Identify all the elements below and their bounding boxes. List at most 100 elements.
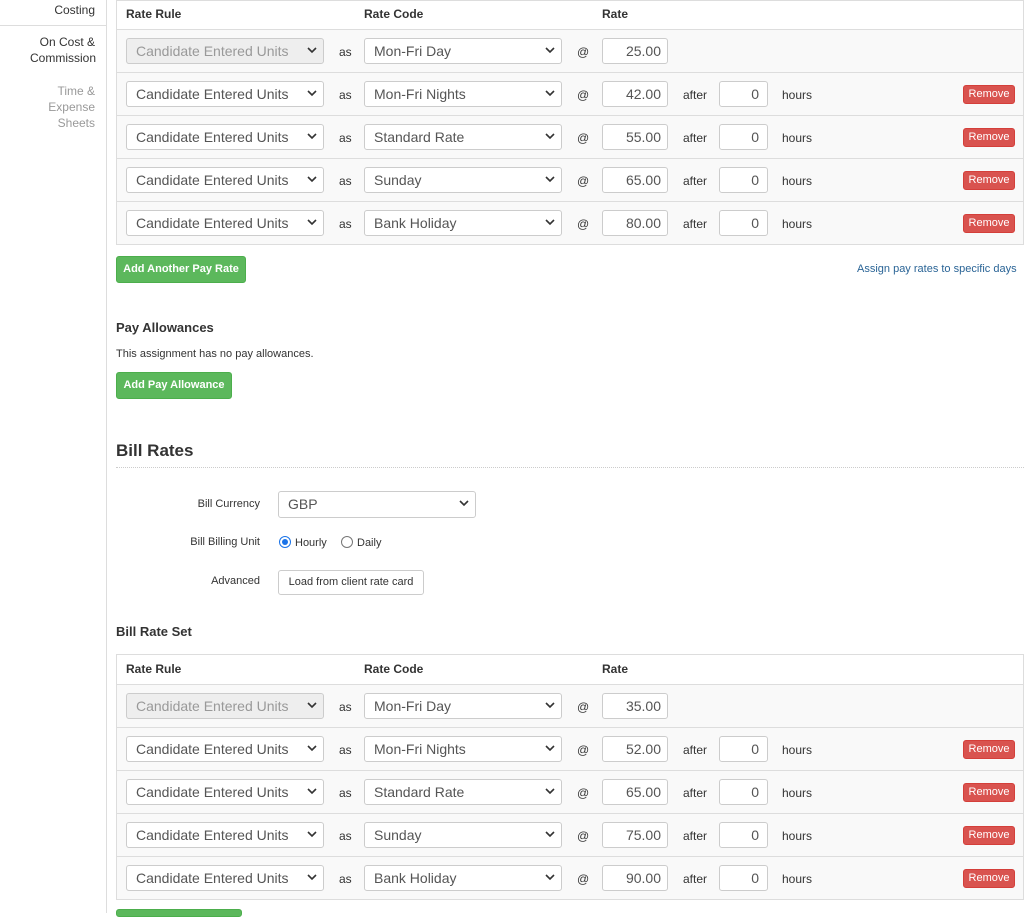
hours-label: hours [782,88,813,102]
as-label: as [339,786,352,800]
add-another-pay-rate-button[interactable]: Add Another Pay Rate [116,256,246,283]
at-label: @ [577,174,590,188]
chevron-down-icon [545,694,555,709]
rate-code-value: Mon-Fri Day [374,43,452,59]
chevron-down-icon [307,780,317,795]
bill-rates-title: Bill Rates [116,441,194,460]
hours-label: hours [782,131,813,145]
after-hours-input[interactable]: 0 [719,779,768,805]
load-from-client-rate-card-button[interactable]: Load from client rate card [278,570,424,595]
after-hours-input[interactable]: 0 [719,865,768,891]
remove-button[interactable]: Remove [963,869,1015,888]
after-hours-input[interactable]: 0 [719,124,768,150]
remove-button[interactable]: Remove [963,826,1015,845]
remove-button[interactable]: Remove [963,214,1015,233]
rate-rule-value: Candidate Entered Units [136,870,289,886]
at-label: @ [577,700,590,714]
rate-rule-select[interactable]: Candidate Entered Units [126,865,324,891]
pay-allowances-empty-text: This assignment has no pay allowances. [116,348,314,360]
rate-code-select[interactable]: Bank Holiday [364,210,562,236]
main-content: Rate Rule Rate Code Rate Candidate Enter… [0,0,1031,917]
column-header-rate: Rate [602,7,629,21]
rate-rule-value: Candidate Entered Units [136,86,289,102]
rate-rule-select: Candidate Entered Units [126,693,324,719]
billing-unit-hourly-radio[interactable] [279,536,291,548]
add-another-bill-rate-button[interactable] [116,909,242,917]
after-hours-input[interactable]: 0 [719,822,768,848]
rate-input[interactable]: 90.00 [602,865,668,891]
rate-code-select[interactable]: Mon-Fri Nights [364,81,562,107]
column-header-rate-rule: Rate Rule [126,7,182,21]
rate-rule-value: Candidate Entered Units [136,43,289,59]
after-hours-input[interactable]: 0 [719,210,768,236]
after-label: after [683,174,708,188]
chevron-down-icon [545,168,555,183]
rate-rule-select[interactable]: Candidate Entered Units [126,167,324,193]
remove-button[interactable]: Remove [963,128,1015,147]
rate-rule-select[interactable]: Candidate Entered Units [126,779,324,805]
rate-input[interactable]: 80.00 [602,210,668,236]
chevron-down-icon [459,492,469,507]
billing-unit-hourly-label: Hourly [295,537,327,549]
bill-rates-divider [116,467,1024,468]
rate-code-select[interactable]: Sunday [364,167,562,193]
after-hours-input[interactable]: 0 [719,167,768,193]
remove-button[interactable]: Remove [963,85,1015,104]
add-pay-allowance-button[interactable]: Add Pay Allowance [116,372,232,399]
after-label: after [683,743,708,757]
after-hours-input[interactable]: 0 [719,81,768,107]
rate-code-select[interactable]: Bank Holiday [364,865,562,891]
rate-input[interactable]: 55.00 [602,124,668,150]
rate-code-select[interactable]: Mon-Fri Nights [364,736,562,762]
rate-rule-select[interactable]: Candidate Entered Units [126,124,324,150]
rate-code-value: Mon-Fri Day [374,698,452,714]
rate-rule-select[interactable]: Candidate Entered Units [126,822,324,848]
bill-billing-unit-label: Bill Billing Unit [190,536,260,548]
pay-rate-table: Rate Rule Rate Code Rate Candidate Enter… [116,0,1024,245]
rate-input[interactable]: 25.00 [602,38,668,64]
chevron-down-icon [307,125,317,140]
remove-button[interactable]: Remove [963,171,1015,190]
rate-code-value: Bank Holiday [374,870,457,886]
bill-currency-select[interactable]: GBP [278,491,476,518]
chevron-down-icon [545,737,555,752]
rate-input[interactable]: 75.00 [602,822,668,848]
rate-rule-select[interactable]: Candidate Entered Units [126,736,324,762]
rate-rule-value: Candidate Entered Units [136,741,289,757]
rate-rule-value: Candidate Entered Units [136,215,289,231]
rate-rule-select[interactable]: Candidate Entered Units [126,81,324,107]
rate-input[interactable]: 42.00 [602,81,668,107]
chevron-down-icon [545,780,555,795]
billing-unit-daily-label: Daily [357,537,382,549]
assign-pay-rates-link[interactable]: Assign pay rates to specific days [857,263,1017,275]
rate-row: Candidate Entered Units as Bank Holiday @80… [117,202,1023,244]
bill-rate-table-header: Rate Rule Rate Code Rate [117,655,1023,685]
rate-code-select[interactable]: Sunday [364,822,562,848]
after-label: after [683,829,708,843]
rate-input[interactable]: 35.00 [602,693,668,719]
remove-button[interactable]: Remove [963,783,1015,802]
rate-input[interactable]: 65.00 [602,779,668,805]
rate-row: Candidate Entered Units as Mon-Fri Day @35.… [117,685,1023,728]
rate-code-select[interactable]: Mon-Fri Day [364,693,562,719]
rate-code-value: Sunday [374,172,422,188]
remove-button[interactable]: Remove [963,740,1015,759]
after-label: after [683,872,708,886]
rate-code-select[interactable]: Standard Rate [364,124,562,150]
chevron-down-icon [545,866,555,881]
rate-code-select[interactable]: Standard Rate [364,779,562,805]
pay-allowances-title: Pay Allowances [116,320,214,335]
rate-rule-value: Candidate Entered Units [136,172,289,188]
at-label: @ [577,217,590,231]
after-label: after [683,217,708,231]
rate-input[interactable]: 52.00 [602,736,668,762]
billing-unit-daily-radio[interactable] [341,536,353,548]
chevron-down-icon [545,125,555,140]
rate-rule-value: Candidate Entered Units [136,784,289,800]
rate-input[interactable]: 65.00 [602,167,668,193]
rate-rule-select[interactable]: Candidate Entered Units [126,210,324,236]
rate-rule-select: Candidate Entered Units [126,38,324,64]
hours-label: hours [782,829,813,843]
rate-code-select[interactable]: Mon-Fri Day [364,38,562,64]
after-hours-input[interactable]: 0 [719,736,768,762]
